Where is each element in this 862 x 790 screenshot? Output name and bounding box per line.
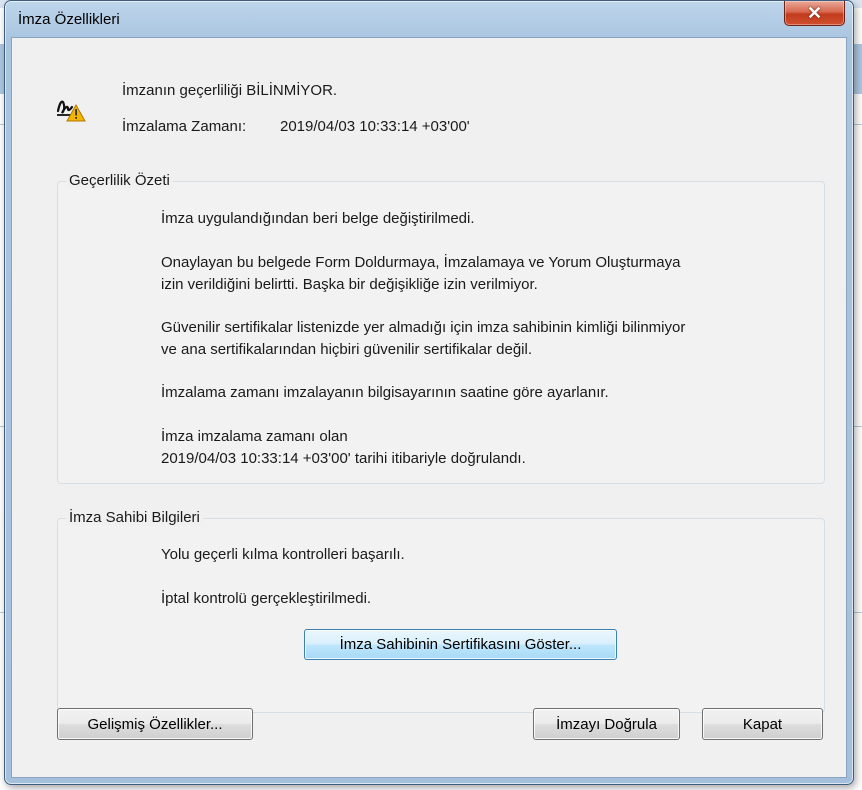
signer-info-title: İmza Sahibi Bilgileri xyxy=(66,509,203,526)
summary-line: izin verildiğini belirtti. Başka bir değ… xyxy=(161,276,538,293)
summary-line: İmzalama zamanı imzalayanın bilgisayarın… xyxy=(161,384,609,401)
show-signer-certificate-button[interactable]: İmza Sahibinin Sertifikasını Göster... xyxy=(304,629,617,660)
summary-line: Onaylayan bu belgede Form Doldurmaya, İm… xyxy=(161,254,681,271)
validity-status-text: İmzanın geçerliliği BİLİNMİYOR. xyxy=(122,82,338,99)
signer-info-line: Yolu geçerli kılma kontrolleri başarılı. xyxy=(161,546,405,563)
summary-line: ve ana sertifikalarından hiçbiri güvenil… xyxy=(161,341,533,358)
signer-info-line: İptal kontrolü gerçekleştirilmedi. xyxy=(161,590,372,607)
summary-line: 2019/04/03 10:33:14 +03'00' tarihi itiba… xyxy=(161,450,526,467)
signing-time-value: 2019/04/03 10:33:14 +03'00' xyxy=(280,118,470,135)
validate-signature-button[interactable]: İmzayı Doğrula xyxy=(533,708,680,740)
window-close-button[interactable]: ✕ xyxy=(784,1,845,26)
summary-line: Güvenilir sertifikalar listenizde yer al… xyxy=(161,319,686,336)
summary-line: İmza imzalama zamanı olan xyxy=(161,428,348,445)
dialog-content: İmzanın geçerliliği BİLİNMİYOR. İmzalama… xyxy=(11,37,847,778)
validity-summary-title: Geçerlilik Özeti xyxy=(66,172,173,189)
signature-warning-icon xyxy=(56,100,86,122)
advanced-properties-button[interactable]: Gelişmiş Özellikler... xyxy=(57,708,253,740)
summary-line: İmza uygulandığından beri belge değiştir… xyxy=(161,210,475,227)
title-bar[interactable]: İmza Özellikleri ✕ xyxy=(5,1,853,37)
close-button[interactable]: Kapat xyxy=(702,708,823,740)
window-title: İmza Özellikleri xyxy=(18,11,120,28)
signing-time-label: İmzalama Zamanı: xyxy=(122,118,247,135)
close-icon: ✕ xyxy=(806,3,823,23)
signature-properties-dialog: İmza Özellikleri ✕ İmzanın geçerliliği B… xyxy=(4,0,854,785)
